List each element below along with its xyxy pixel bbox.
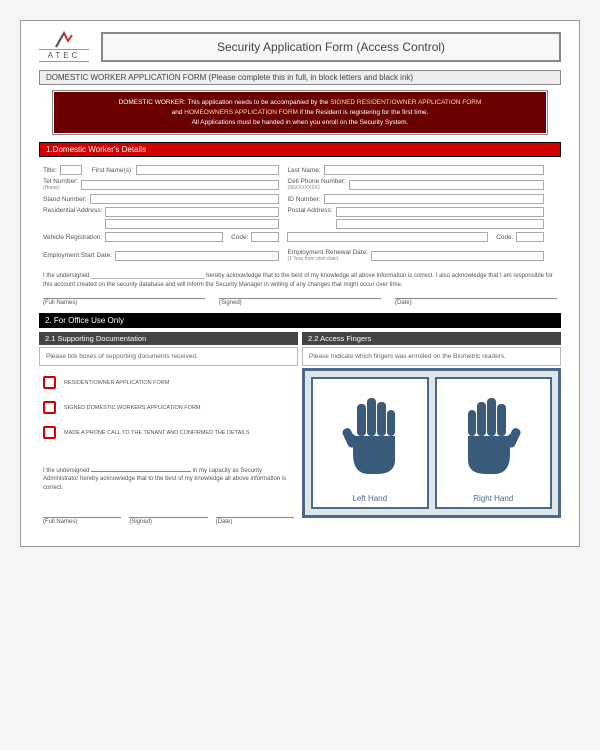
sig2-full-names[interactable]: (Full Names)	[43, 517, 121, 525]
input-emp-renew[interactable]	[371, 251, 544, 261]
label-first: First Name(s):	[92, 167, 133, 174]
col-access-fingers: 2.2 Access Fingers Please Indicate which…	[302, 332, 561, 528]
input-id[interactable]	[324, 194, 545, 204]
acknowledgment-2: I the undersigned in my capacity as Secu…	[39, 457, 298, 498]
checkbox-2[interactable]	[43, 401, 56, 414]
input-vehicle[interactable]	[105, 232, 223, 242]
signature-row-1: (Full Names) (Signed) (Date)	[39, 295, 561, 309]
label-resaddr: Residential Address:	[43, 207, 102, 214]
ack2-text: I the undersigned	[43, 468, 91, 474]
input-code-1[interactable]	[251, 232, 279, 242]
input-extra[interactable]	[287, 232, 488, 242]
label-postal: Postal Address:	[287, 207, 332, 214]
ack2-blank[interactable]	[91, 471, 191, 472]
section-22-header: 2.2 Access Fingers	[302, 332, 561, 345]
check-item-1: RESIDENT/OWNER APPLICATION FORM	[43, 376, 294, 389]
section-1-header: 1.Domestic Worker's Details	[39, 142, 561, 157]
details-fields: Title: First Name(s): Last Name: Tel Num…	[39, 165, 561, 268]
input-title[interactable]	[60, 165, 82, 175]
right-hand-label: Right Hand	[473, 494, 513, 503]
instr-22: Please Indicate which fingers was enroll…	[302, 347, 561, 366]
label-title: Title:	[43, 167, 57, 174]
check-item-3: MADE A PHONE CALL TO THE TENANT AND CONF…	[43, 426, 294, 439]
section-2-header: 2. For Office Use Only	[39, 313, 561, 328]
checkbox-1[interactable]	[43, 376, 56, 389]
acknowledgment-1: I the undersigned ______________________…	[39, 268, 561, 295]
input-tel[interactable]	[81, 180, 279, 190]
logo: ATEC	[39, 31, 89, 62]
check-label-2: SIGNED DOMESTIC WORKERS APPLICATION FORM	[64, 405, 201, 411]
label-cell: Cell Phone Number:	[287, 178, 346, 185]
notice-highlight: SIGNED RESIDENT/OWNER APPLICATION FORM	[330, 99, 481, 106]
label-id: ID Number:	[287, 196, 320, 203]
check-label-3: MADE A PHONE CALL TO THE TENANT AND CONF…	[64, 430, 250, 436]
sig-signed[interactable]: (Signed)	[219, 298, 381, 306]
notice-text: if the Resident is registering for the f…	[298, 109, 428, 116]
label-stand: Stand Number:	[43, 196, 87, 203]
form-heading: DOMESTIC WORKER APPLICATION FORM (Please…	[39, 70, 561, 85]
sig2-date[interactable]: (Date)	[216, 517, 294, 525]
instr-21: Please tick boxes of supporting document…	[39, 347, 298, 366]
label-tel-sub: (Home)	[43, 185, 78, 191]
label-emp-renew: Employment Renewal Date:	[287, 249, 368, 256]
check-label-1: RESIDENT/OWNER APPLICATION FORM	[64, 380, 169, 386]
notice-highlight: HOMEOWNERS APPLICATION FORM	[184, 109, 298, 116]
section-2-body: 2.1 Supporting Documentation Please tick…	[39, 332, 561, 528]
right-hand-box[interactable]: Right Hand	[435, 377, 553, 509]
input-first-name[interactable]	[136, 165, 280, 175]
label-vehicle: Vehicle Registration:	[43, 234, 102, 241]
input-stand[interactable]	[90, 194, 280, 204]
input-cell[interactable]	[349, 180, 544, 190]
input-postal-1[interactable]	[336, 207, 545, 217]
logo-icon	[52, 31, 76, 49]
notice-box: DOMESTIC WORKER: This application needs …	[53, 91, 547, 134]
input-resaddr-2[interactable]	[105, 219, 279, 229]
input-postal-2[interactable]	[336, 219, 545, 229]
col-supporting-docs: 2.1 Supporting Documentation Please tick…	[39, 332, 298, 528]
input-emp-start[interactable]	[115, 251, 279, 261]
label-tel: Tel Number:	[43, 178, 78, 185]
left-hand-icon	[335, 383, 405, 490]
left-hand-label: Left Hand	[352, 494, 387, 503]
check-item-2: SIGNED DOMESTIC WORKERS APPLICATION FORM	[43, 401, 294, 414]
left-hand-box[interactable]: Left Hand	[311, 377, 429, 509]
label-code: Code:	[231, 234, 248, 241]
input-last-name[interactable]	[324, 165, 545, 175]
section-21-header: 2.1 Supporting Documentation	[39, 332, 298, 345]
label-emp-start: Employment Start Date:	[43, 252, 112, 259]
input-code-2[interactable]	[516, 232, 544, 242]
sig-date[interactable]: (Date)	[395, 298, 557, 306]
right-hand-icon	[458, 383, 528, 490]
label-code2: Code:	[496, 234, 513, 241]
checkbox-list: RESIDENT/OWNER APPLICATION FORM SIGNED D…	[39, 366, 298, 457]
input-resaddr-1[interactable]	[105, 207, 279, 217]
notice-text: DOMESTIC WORKER: This application needs …	[119, 99, 331, 106]
label-last: Last Name:	[287, 167, 320, 174]
signature-row-2: (Full Names) (Signed) (Date)	[39, 514, 298, 528]
notice-text: All Applications must be handed in when …	[192, 119, 409, 126]
checkbox-3[interactable]	[43, 426, 56, 439]
form-page: ATEC Security Application Form (Access C…	[20, 20, 580, 547]
label-cell-sub: (06XXXXXXX)	[287, 185, 346, 191]
hands-box: Left Hand Right Hand	[302, 368, 561, 518]
header: ATEC Security Application Form (Access C…	[39, 31, 561, 62]
sig-full-names[interactable]: (Full Names)	[43, 298, 205, 306]
notice-text: and	[172, 109, 185, 116]
logo-text: ATEC	[39, 49, 89, 62]
sig2-signed[interactable]: (Signed)	[129, 517, 207, 525]
label-emp-renew-sub: (1 Year from start date)	[287, 256, 368, 262]
page-title: Security Application Form (Access Contro…	[101, 32, 561, 62]
